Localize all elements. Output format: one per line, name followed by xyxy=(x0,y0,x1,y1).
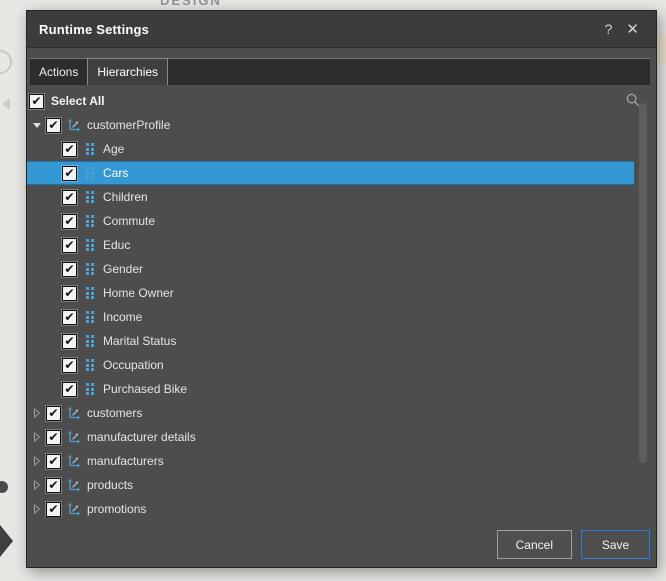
item-checkbox[interactable] xyxy=(46,502,61,517)
hierarchy-icon xyxy=(67,406,81,420)
attribute-icon xyxy=(83,310,97,324)
attribute-icon xyxy=(83,262,97,276)
hierarchy-icon xyxy=(67,478,81,492)
attribute-icon xyxy=(83,214,97,228)
background-app-artifact xyxy=(658,34,666,64)
expand-expander-icon[interactable] xyxy=(32,456,42,466)
item-checkbox[interactable] xyxy=(62,286,77,301)
tree-item-label: customers xyxy=(87,406,142,420)
tree-item-label: promotions xyxy=(87,502,146,516)
hierarchy-icon xyxy=(67,454,81,468)
tree-item-label: Age xyxy=(103,142,124,156)
hierarchy-icon xyxy=(67,502,81,516)
item-checkbox[interactable] xyxy=(62,214,77,229)
item-checkbox[interactable] xyxy=(46,454,61,469)
select-all-label: Select All xyxy=(51,94,105,108)
expand-expander-icon[interactable] xyxy=(32,408,42,418)
item-checkbox[interactable] xyxy=(62,382,77,397)
tab-actions[interactable]: Actions xyxy=(30,58,87,85)
expand-expander-icon[interactable] xyxy=(32,480,42,490)
tree-item-label: customerProfile xyxy=(87,118,170,132)
attribute-icon xyxy=(83,286,97,300)
help-icon[interactable]: ? xyxy=(598,20,620,38)
collapse-expander-icon[interactable] xyxy=(32,123,42,128)
background-app-artifact xyxy=(0,481,8,493)
dialog-title: Runtime Settings xyxy=(39,22,149,37)
hierarchy-tree: Select All customerProfile Age Cars Childre… xyxy=(27,89,634,517)
item-checkbox[interactable] xyxy=(62,334,77,349)
tree-row-customers[interactable]: customers xyxy=(27,401,634,425)
attribute-icon xyxy=(83,166,97,180)
tree-item-label: manufacturers xyxy=(87,454,164,468)
item-checkbox[interactable] xyxy=(46,406,61,421)
tree-row-promotions[interactable]: promotions xyxy=(27,497,634,517)
tree-item-label: Home Owner xyxy=(103,286,174,300)
hierarchy-tree-area: Select All customerProfile Age Cars Childre… xyxy=(27,89,655,517)
tree-item-label: Occupation xyxy=(103,358,164,372)
attribute-icon xyxy=(83,382,97,396)
tree-row-home-owner[interactable]: Home Owner xyxy=(27,281,634,305)
tree-row-customerprofile[interactable]: customerProfile xyxy=(27,113,634,137)
tree-item-label: manufacturer details xyxy=(87,430,196,444)
tree-item-label: Cars xyxy=(103,166,128,180)
attribute-icon xyxy=(83,334,97,348)
scrollbar-thumb[interactable] xyxy=(639,103,647,463)
item-checkbox[interactable] xyxy=(62,166,77,181)
tree-row-income[interactable]: Income xyxy=(27,305,634,329)
background-design-label: DESIGN xyxy=(160,0,222,8)
tree-row-marital-status[interactable]: Marital Status xyxy=(27,329,634,353)
background-app-artifact xyxy=(2,98,10,110)
titlebar[interactable]: Runtime Settings ? ✕ xyxy=(27,11,656,48)
tree-item-label: Gender xyxy=(103,262,143,276)
tree-row-commute[interactable]: Commute xyxy=(27,209,634,233)
item-checkbox[interactable] xyxy=(62,310,77,325)
tree-item-label: Commute xyxy=(103,214,155,228)
item-checkbox[interactable] xyxy=(46,430,61,445)
item-checkbox[interactable] xyxy=(62,358,77,373)
tree-item-label: Marital Status xyxy=(103,334,176,348)
attribute-icon xyxy=(83,142,97,156)
tree-item-label: Children xyxy=(103,190,148,204)
tree-item-label: Income xyxy=(103,310,142,324)
tree-row-occupation[interactable]: Occupation xyxy=(27,353,634,377)
item-checkbox[interactable] xyxy=(62,142,77,157)
tree-row-cars[interactable]: Cars xyxy=(27,161,634,185)
expand-expander-icon[interactable] xyxy=(32,504,42,514)
tab-strip: Actions Hierarchies xyxy=(30,58,650,85)
tree-item-label: Educ xyxy=(103,238,130,252)
item-checkbox[interactable] xyxy=(46,118,61,133)
tree-row-age[interactable]: Age xyxy=(27,137,634,161)
hierarchy-icon xyxy=(67,118,81,132)
item-checkbox[interactable] xyxy=(46,478,61,493)
tree-row-children[interactable]: Children xyxy=(27,185,634,209)
tree-row-educ[interactable]: Educ xyxy=(27,233,634,257)
tree-item-label: products xyxy=(87,478,133,492)
tree-row-products[interactable]: products xyxy=(27,473,634,497)
tab-hierarchies[interactable]: Hierarchies xyxy=(87,58,168,85)
attribute-icon xyxy=(83,238,97,252)
select-all-checkbox[interactable] xyxy=(29,94,44,109)
item-checkbox[interactable] xyxy=(62,190,77,205)
scrollbar[interactable] xyxy=(639,89,647,517)
tree-row-purchased-bike[interactable]: Purchased Bike xyxy=(27,377,634,401)
background-app-artifact xyxy=(0,525,13,557)
tree-row-manufacturers[interactable]: manufacturers xyxy=(27,449,634,473)
item-checkbox[interactable] xyxy=(62,262,77,277)
runtime-settings-dialog: Runtime Settings ? ✕ Actions Hierarchies… xyxy=(26,10,657,568)
tree-item-label: Purchased Bike xyxy=(103,382,187,396)
item-checkbox[interactable] xyxy=(62,238,77,253)
tree-row-manufacturer-details[interactable]: manufacturer details xyxy=(27,425,634,449)
attribute-icon xyxy=(83,190,97,204)
tree-row-gender[interactable]: Gender xyxy=(27,257,634,281)
attribute-icon xyxy=(83,358,97,372)
tree-row-select-all[interactable]: Select All xyxy=(27,89,634,113)
cancel-button[interactable]: Cancel xyxy=(497,530,572,559)
hierarchy-icon xyxy=(67,430,81,444)
expand-expander-icon[interactable] xyxy=(32,432,42,442)
close-icon[interactable]: ✕ xyxy=(619,20,646,39)
save-button[interactable]: Save xyxy=(581,530,650,559)
footer: Cancel Save xyxy=(497,530,650,559)
background-app-artifact xyxy=(0,50,12,74)
